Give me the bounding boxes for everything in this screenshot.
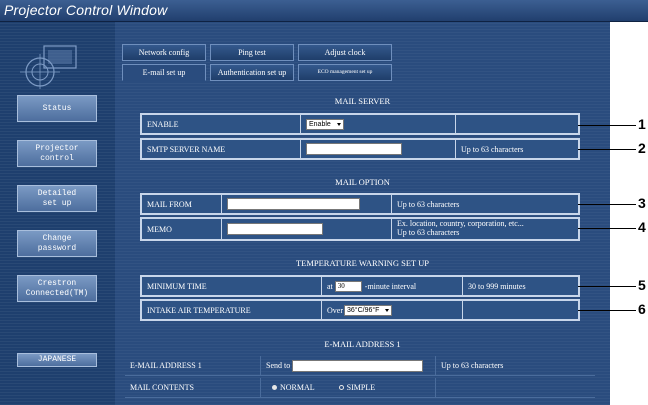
tab-authentication-setup[interactable]: Authentication set up — [210, 64, 294, 81]
mail-contents-row: MAIL CONTENTS NORMAL SIMPLE — [125, 378, 595, 398]
mail-from-note: Up to 63 characters — [397, 199, 460, 209]
minimum-time-row: MINIMUM TIME at 30 -minute interval 30 t… — [140, 275, 580, 297]
callout-leader-2 — [578, 149, 636, 150]
chevron-down-icon — [336, 122, 341, 126]
mail-from-input[interactable] — [227, 198, 360, 210]
simple-option-label: SIMPLE — [346, 383, 376, 392]
callout-leader-1 — [578, 125, 636, 126]
send-to-label: Send to — [266, 361, 291, 370]
window-title-bar: Projector Control Window — [0, 0, 648, 22]
minimum-time-input[interactable]: 30 — [334, 280, 362, 292]
email-address-1-heading: E-MAIL ADDRESS 1 — [324, 339, 401, 349]
minimum-time-label: MINIMUM TIME — [142, 277, 322, 295]
tab-network-config[interactable]: Network config — [122, 44, 206, 61]
smtp-server-input[interactable] — [306, 143, 402, 155]
callout-5: 5 — [638, 277, 646, 293]
tab-ping-test[interactable]: Ping test — [210, 44, 294, 61]
callout-6: 6 — [638, 301, 646, 317]
mail-from-label: MAIL FROM — [142, 195, 222, 213]
enable-select[interactable]: Enable — [306, 118, 344, 130]
email-address-row: E-MAIL ADDRESS 1 Send to Up to 63 charac… — [125, 356, 595, 376]
sidebar-item-change-password[interactable]: Change password — [17, 230, 97, 257]
smtp-note: Up to 63 characters — [461, 144, 524, 154]
email-address-input[interactable] — [292, 359, 424, 372]
over-label: Over — [327, 305, 343, 315]
email-address-label: E-MAIL ADDRESS 1 — [125, 356, 261, 375]
normal-radio[interactable] — [272, 385, 277, 390]
callout-1: 1 — [638, 116, 646, 132]
tab-adjust-clock[interactable]: Adjust clock — [298, 44, 392, 61]
tab-email-setup[interactable]: E-mail set up — [122, 64, 206, 81]
sidebar: Status Projector control Detailed set up… — [0, 22, 115, 405]
sidebar-item-projector-control[interactable]: Projector control — [17, 140, 97, 167]
callout-leader-3 — [578, 204, 636, 205]
sidebar-item-detailed-setup[interactable]: Detailed set up — [17, 185, 97, 212]
memo-note-limit: Up to 63 characters — [397, 228, 460, 237]
enable-label: ENABLE — [142, 115, 301, 133]
mail-from-row: MAIL FROM Up to 63 characters — [140, 193, 580, 215]
language-button[interactable]: JAPANESE — [17, 353, 97, 367]
at-label: at — [327, 281, 333, 291]
callout-3: 3 — [638, 195, 646, 211]
intake-temperature-select[interactable]: 36°C/96°F — [344, 304, 393, 316]
enable-row: ENABLE Enable — [140, 113, 580, 135]
callout-leader-6 — [578, 310, 636, 311]
mail-option-heading: MAIL OPTION — [335, 177, 390, 187]
callout-leader-4 — [578, 228, 636, 229]
interval-label: -minute interval — [364, 281, 417, 291]
simple-radio[interactable] — [338, 385, 344, 390]
mail-contents-label: MAIL CONTENTS — [125, 378, 261, 397]
tab-eco-management-setup[interactable]: ECO management set up — [298, 64, 392, 81]
smtp-row: SMTP SERVER NAME Up to 63 characters — [140, 138, 580, 160]
callout-leader-5 — [578, 286, 636, 287]
minimum-time-note: 30 to 999 minutes — [468, 281, 526, 291]
projector-logo-icon — [20, 45, 77, 89]
memo-input[interactable] — [227, 223, 323, 235]
main-panel: Network config Ping test Adjust clock E-… — [115, 22, 610, 405]
mail-server-heading: MAIL SERVER — [334, 96, 391, 106]
chevron-down-icon — [385, 308, 390, 312]
intake-air-label: INTAKE AIR TEMPERATURE — [142, 301, 322, 319]
intake-air-row: INTAKE AIR TEMPERATURE Over 36°C/96°F — [140, 299, 580, 321]
sidebar-item-status[interactable]: Status — [17, 95, 97, 122]
callout-2: 2 — [638, 140, 646, 156]
window-title: Projector Control Window — [4, 2, 168, 18]
temperature-warning-heading: TEMPERATURE WARNING SET UP — [295, 258, 430, 268]
memo-row: MEMO Ex. location, country, corporation,… — [140, 217, 580, 241]
smtp-label: SMTP SERVER NAME — [142, 140, 301, 158]
normal-option-label: NORMAL — [280, 383, 315, 392]
memo-label: MEMO — [142, 219, 222, 239]
sidebar-item-crestron[interactable]: Crestron Connected(TM) — [17, 275, 97, 302]
callout-4: 4 — [638, 219, 646, 235]
email-address-note: Up to 63 characters — [441, 361, 504, 370]
